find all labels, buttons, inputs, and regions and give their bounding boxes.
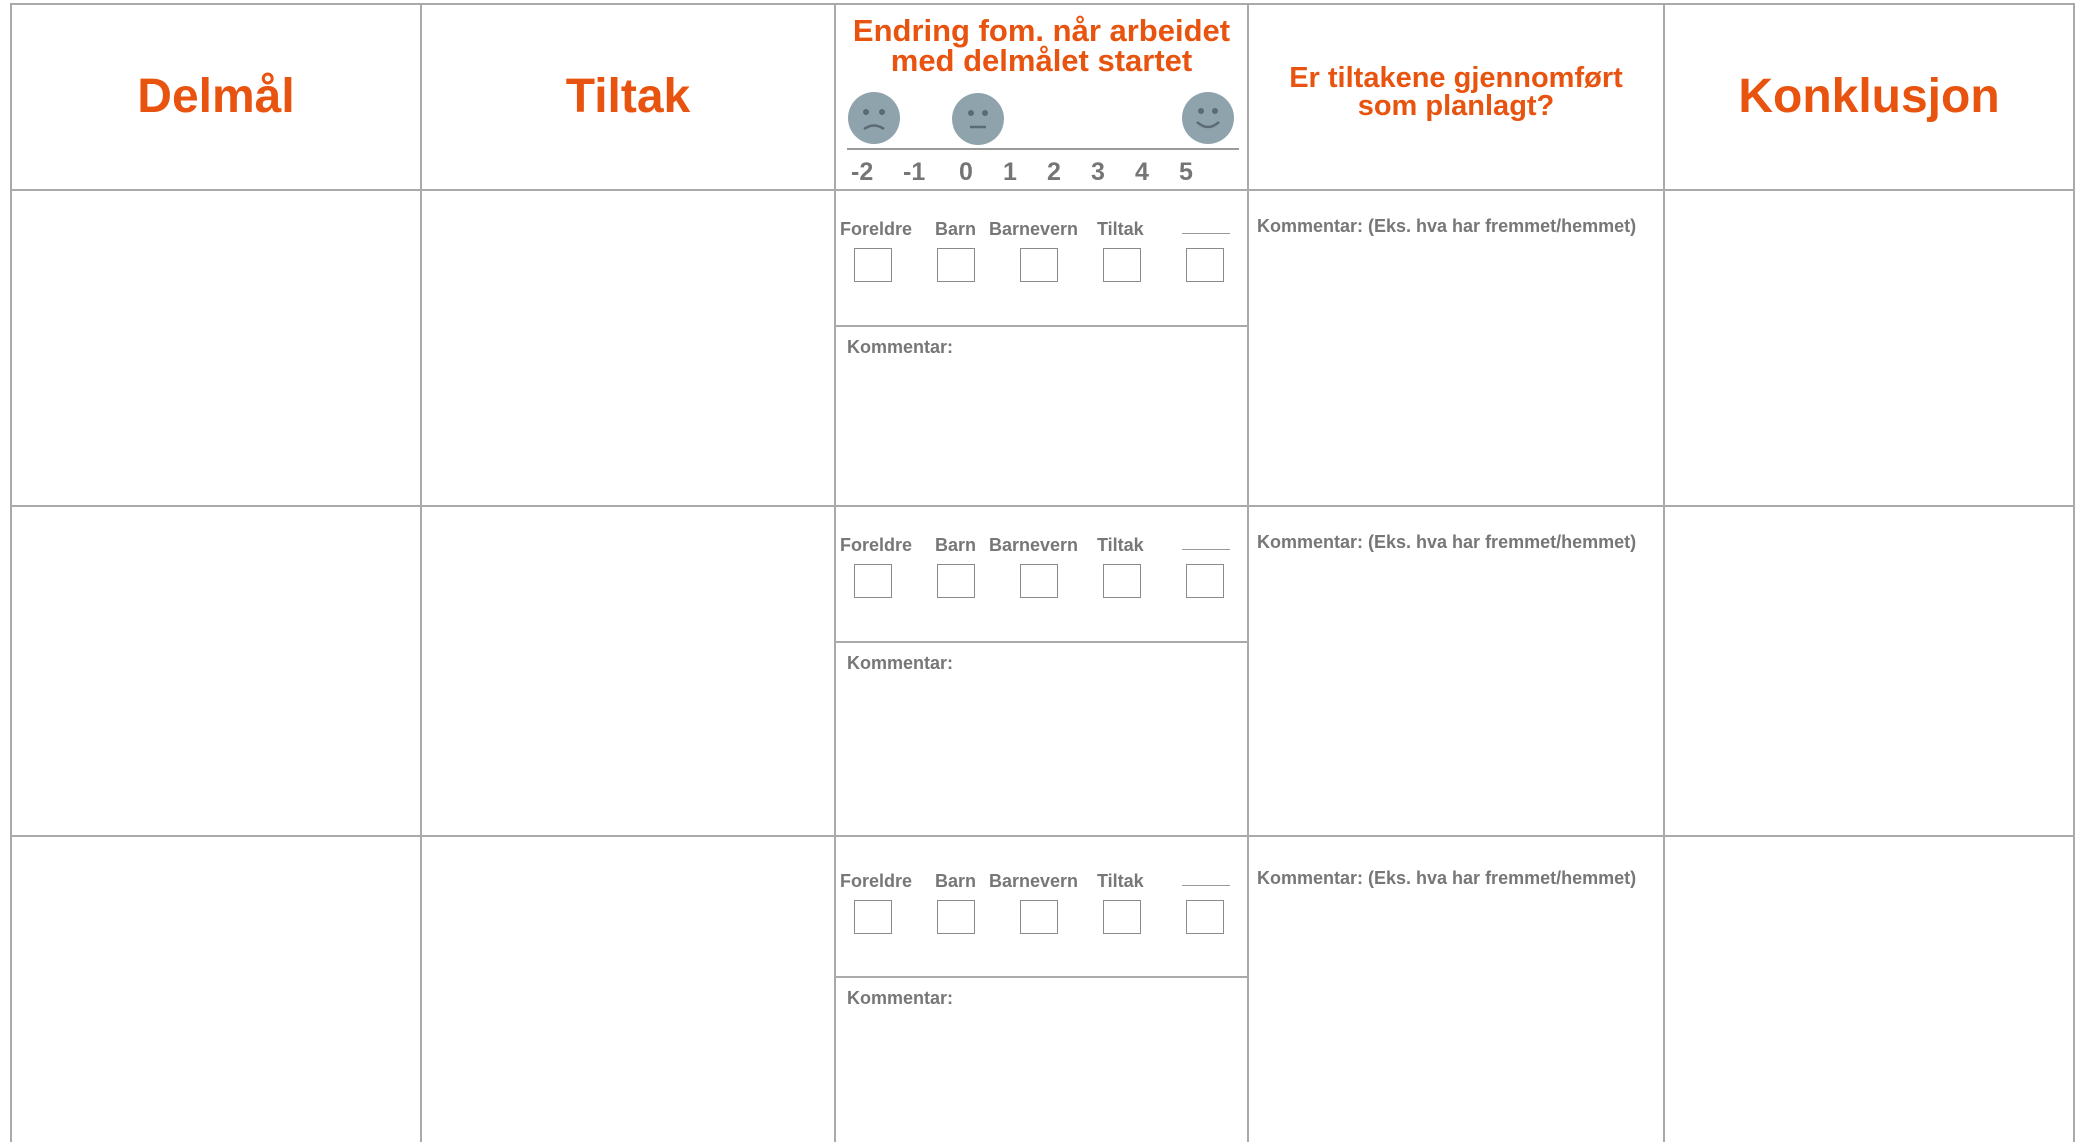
checkbox-tiltak[interactable] [1103, 900, 1141, 934]
scale-value: 3 [1091, 158, 1105, 186]
delmal-cell[interactable] [12, 191, 420, 505]
header-delmal: Delmål [12, 5, 420, 189]
header-konklusjon-text: Konklusjon [1738, 70, 2000, 123]
tiltak-cell[interactable] [422, 507, 834, 835]
header-konklusjon: Konklusjon [1665, 5, 2073, 189]
scale-value: 4 [1135, 158, 1149, 186]
option-label-foreldre: Foreldre [840, 535, 913, 555]
checkbox-other[interactable] [1186, 900, 1224, 934]
implementation-comment-label: Kommentar: (Eks. hva har fremmet/hemmet) [1257, 216, 1637, 236]
header-gjennomfort-line1: Er tiltakene gjennomført [1289, 62, 1623, 94]
sad-face-icon [848, 92, 900, 144]
checkbox-other[interactable] [1186, 248, 1224, 282]
row-2-rating-split [834, 641, 1248, 643]
option-label-foreldre: Foreldre [840, 871, 913, 891]
scale-value: 5 [1179, 158, 1193, 186]
rating-comment-label: Kommentar: [847, 653, 954, 673]
scale-value: -2 [851, 158, 874, 186]
scale-value: -1 [903, 158, 926, 186]
checkbox-barn[interactable] [937, 564, 975, 598]
option-blank-line [1182, 233, 1230, 234]
tiltak-cell[interactable] [422, 191, 834, 505]
checkbox-tiltak[interactable] [1103, 564, 1141, 598]
implementation-comment-label: Kommentar: (Eks. hva har fremmet/hemmet) [1257, 868, 1637, 888]
delmal-cell[interactable] [12, 507, 420, 835]
scale-value: 0 [959, 158, 973, 186]
option-blank-line [1182, 885, 1230, 886]
neutral-face-icon [952, 93, 1004, 145]
option-blank-line [1182, 549, 1230, 550]
header-endring-line2: med delmålet startet [890, 43, 1193, 78]
happy-face-icon [1182, 92, 1234, 144]
konklusjon-cell[interactable] [1665, 837, 2073, 1142]
scale-value: 2 [1047, 158, 1061, 186]
option-label-barnevern: Barnevern [989, 871, 1079, 891]
header-delmal-text: Delmål [137, 70, 295, 123]
header-gjennomfort: Er tiltakene gjennomført som planlagt? [1249, 60, 1663, 124]
option-label-barnevern: Barnevern [989, 219, 1079, 239]
option-label-tiltak: Tiltak [1097, 871, 1144, 891]
option-label-foreldre: Foreldre [840, 219, 913, 239]
header-gjennomfort-line2: som planlagt? [1357, 90, 1555, 122]
checkbox-barn[interactable] [937, 248, 975, 282]
scale-value: 1 [1003, 158, 1017, 186]
option-label-tiltak: Tiltak [1097, 535, 1144, 555]
option-label-barn: Barn [935, 535, 977, 555]
header-endring-line1: Endring fom. når arbeidet [852, 13, 1231, 48]
konklusjon-cell[interactable] [1665, 507, 2073, 835]
header-tiltak-text: Tiltak [565, 70, 691, 123]
border-right [2073, 3, 2075, 1142]
option-label-tiltak: Tiltak [1097, 219, 1144, 239]
rating-comment-label: Kommentar: [847, 988, 954, 1008]
checkbox-foreldre[interactable] [854, 900, 892, 934]
evaluation-form: Delmål Tiltak Endring fom. når arbeidet … [0, 0, 2080, 1142]
row-1-rating-split [834, 325, 1248, 327]
checkbox-barnevern[interactable] [1020, 248, 1058, 282]
option-label-barn: Barn [935, 219, 977, 239]
checkbox-foreldre[interactable] [854, 564, 892, 598]
checkbox-barn[interactable] [937, 900, 975, 934]
column-divider-2 [834, 3, 836, 1142]
checkbox-other[interactable] [1186, 564, 1224, 598]
tiltak-cell[interactable] [422, 837, 834, 1142]
konklusjon-cell[interactable] [1665, 191, 2073, 505]
checkbox-barnevern[interactable] [1020, 564, 1058, 598]
checkbox-tiltak[interactable] [1103, 248, 1141, 282]
delmal-cell[interactable] [12, 837, 420, 1142]
option-label-barn: Barn [935, 871, 977, 891]
checkbox-barnevern[interactable] [1020, 900, 1058, 934]
rating-comment-label: Kommentar: [847, 337, 954, 357]
option-label-barnevern: Barnevern [989, 535, 1079, 555]
scale-line [847, 148, 1239, 150]
row-3-rating-split [834, 976, 1248, 978]
implementation-comment-label: Kommentar: (Eks. hva har fremmet/hemmet) [1257, 532, 1637, 552]
column-divider-3 [1247, 3, 1249, 1142]
header-tiltak: Tiltak [422, 5, 834, 189]
header-endring: Endring fom. når arbeidet med delmålet s… [836, 14, 1247, 78]
checkbox-foreldre[interactable] [854, 248, 892, 282]
